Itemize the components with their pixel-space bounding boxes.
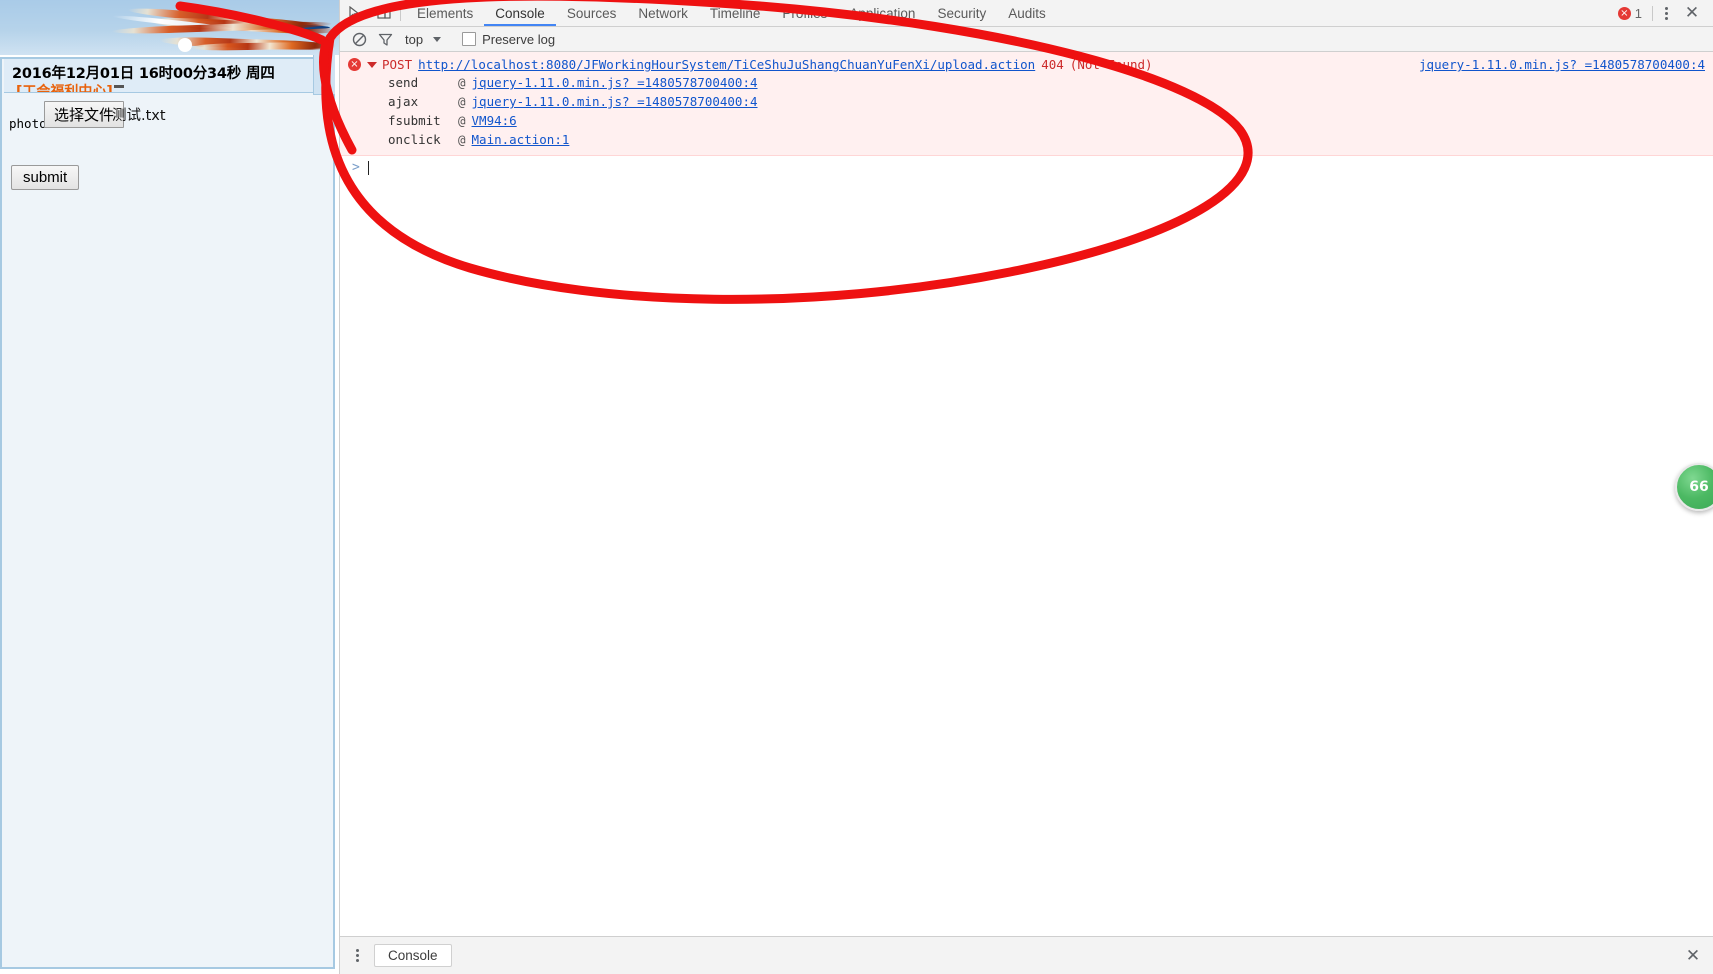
console-toolbar: top Preserve log	[340, 27, 1713, 52]
devtools-menu-icon[interactable]	[1655, 2, 1677, 24]
request-method: POST	[382, 57, 413, 72]
text-cursor	[367, 160, 369, 175]
chevron-down-icon[interactable]	[114, 85, 124, 88]
error-icon	[1617, 6, 1631, 20]
stack-frame-row: fsubmit @ VM94:6	[340, 111, 1713, 130]
stack-frame-row: onclick @ Main.action:1	[340, 130, 1713, 149]
stack-at-symbol: @	[458, 94, 466, 109]
close-devtools-icon[interactable]: ✕	[1679, 2, 1705, 24]
clock-bar: 2016年12月01日 16时00分34秒 周四 [工会福利中心]	[4, 59, 335, 93]
console-message-origin[interactable]: jquery-1.11.0.min.js? =1480578700400:4	[1419, 57, 1705, 72]
execution-context-label: top	[405, 31, 424, 47]
chevron-down-icon	[433, 36, 442, 42]
stack-frame-function: onclick	[388, 132, 441, 147]
error-count-badge[interactable]: 1	[1617, 5, 1650, 21]
console-output[interactable]: POST http://localhost:8080/JFWorkingHour…	[340, 52, 1713, 936]
error-icon	[348, 58, 361, 71]
filter-icon[interactable]	[374, 28, 396, 50]
tab-audits[interactable]: Audits	[997, 0, 1057, 26]
tab-console[interactable]: Console	[484, 0, 556, 26]
drawer-menu-icon[interactable]	[346, 945, 368, 967]
stack-frame-location[interactable]: Main.action:1	[472, 132, 570, 147]
sidebar-expander-button[interactable]: »	[313, 55, 335, 95]
banner-image	[0, 0, 339, 55]
prompt-caret-icon: >	[352, 160, 360, 175]
toolbar-divider	[1652, 5, 1653, 21]
response-status: 404	[1041, 57, 1064, 72]
error-count-label: 1	[1634, 5, 1642, 21]
banner-shape	[178, 38, 192, 52]
drawer-tab-console[interactable]: Console	[374, 944, 452, 967]
tab-timeline[interactable]: Timeline	[699, 0, 772, 26]
preserve-log-checkbox[interactable]: Preserve log	[462, 32, 555, 47]
submit-button[interactable]: submit	[11, 165, 80, 190]
device-toolbar-icon[interactable]	[369, 0, 398, 26]
stack-frame-function: send	[388, 75, 419, 90]
web-page-pane: 2016年12月01日 16时00分34秒 周四 [工会福利中心] photo:…	[0, 0, 339, 974]
photo-field-row: photo: 选择文件 测试.txt	[4, 95, 335, 135]
stack-frame-location[interactable]: jquery-1.11.0.min.js? =1480578700400:4	[472, 94, 758, 109]
stack-frame-function: fsubmit	[388, 113, 441, 128]
stack-frame-function: ajax	[388, 94, 419, 109]
checkbox-box	[462, 32, 477, 46]
tab-profiles[interactable]: Profiles	[771, 0, 838, 26]
close-drawer-icon[interactable]: ✕	[1679, 944, 1707, 968]
devtools-tabbar-right: 1 ✕	[1617, 0, 1713, 26]
screen-root: 2016年12月01日 16时00分34秒 周四 [工会福利中心] photo:…	[0, 0, 1713, 974]
inspect-element-icon[interactable]	[340, 0, 369, 26]
devtools-tabbar: Elements Console Sources Network Timelin…	[340, 0, 1713, 27]
site-link[interactable]: [工会福利中心]	[16, 81, 113, 92]
clock-text: 2016年12月01日 16时00分34秒 周四	[12, 66, 275, 82]
tab-elements[interactable]: Elements	[406, 0, 484, 26]
stack-frame-location[interactable]: jquery-1.11.0.min.js? =1480578700400:4	[472, 75, 758, 90]
console-prompt[interactable]: >	[340, 156, 1713, 179]
stack-frame-row: ajax @ jquery-1.11.0.min.js? =148057870040…	[340, 92, 1713, 111]
preserve-log-label: Preserve log	[482, 31, 556, 47]
devtools-panel: Elements Console Sources Network Timelin…	[339, 0, 1713, 974]
stack-at-symbol: @	[458, 132, 466, 147]
page-content-panel: 2016年12月01日 16时00分34秒 周四 [工会福利中心] photo:…	[0, 57, 335, 969]
tab-security[interactable]: Security	[926, 0, 997, 26]
execution-context-select[interactable]: top	[400, 32, 446, 47]
response-status-text: (Not Found)	[1069, 57, 1153, 72]
tab-network[interactable]: Network	[627, 0, 699, 26]
stack-at-symbol: @	[458, 113, 466, 128]
tab-sources[interactable]: Sources	[556, 0, 628, 26]
stack-frame-location[interactable]: VM94:6	[472, 113, 517, 128]
console-error-group: POST http://localhost:8080/JFWorkingHour…	[340, 52, 1713, 156]
stack-frame-row: send @ jquery-1.11.0.min.js? =148057870040…	[340, 73, 1713, 92]
upload-form: photo: 选择文件 测试.txt submit	[4, 95, 335, 190]
toolbar-divider	[400, 5, 401, 21]
expand-triangle-icon[interactable]	[367, 61, 377, 68]
clear-console-icon[interactable]	[348, 28, 370, 50]
stack-at-symbol: @	[458, 75, 466, 90]
tab-application[interactable]: Application	[838, 0, 926, 26]
request-url[interactable]: http://localhost:8080/JFWorkingHourSyste…	[418, 57, 1035, 72]
devtools-drawer: Console ✕	[340, 936, 1713, 974]
selected-file-name: 测试.txt	[112, 108, 166, 124]
